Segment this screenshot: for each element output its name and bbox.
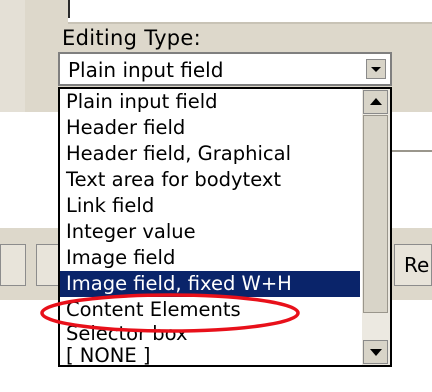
dropdown-scrollbar[interactable] xyxy=(362,89,390,365)
editing-type-dropdown-list[interactable]: Plain input field Header field Header fi… xyxy=(58,87,392,367)
previous-field-border xyxy=(68,0,70,18)
option-link-field[interactable]: Link field xyxy=(60,193,360,219)
option-header-field-graphical[interactable]: Header field, Graphical xyxy=(60,141,360,167)
editing-type-select[interactable]: Plain input field xyxy=(58,52,392,86)
option-header-field[interactable]: Header field xyxy=(60,115,360,141)
background-field xyxy=(390,120,432,152)
option-image-field-fixed[interactable]: Image field, fixed W+H xyxy=(60,271,360,297)
option-none[interactable]: [ NONE ] xyxy=(60,345,360,366)
previous-field[interactable] xyxy=(68,0,432,24)
option-plain-input-field[interactable]: Plain input field xyxy=(60,89,360,115)
option-image-field[interactable]: Image field xyxy=(60,245,360,271)
toolbar-button-right[interactable]: Re xyxy=(394,244,432,286)
option-selector-box[interactable]: Selector box xyxy=(60,323,360,345)
option-text-area-bodytext[interactable]: Text area for bodytext xyxy=(60,167,360,193)
dropdown-arrow-icon[interactable] xyxy=(366,59,386,79)
scroll-down-icon[interactable] xyxy=(363,340,388,364)
toolbar-button-second[interactable] xyxy=(36,244,60,286)
editing-type-selected-value: Plain input field xyxy=(68,58,224,82)
dropdown-options: Plain input field Header field Header fi… xyxy=(60,89,360,366)
toolbar-button-left[interactable] xyxy=(0,244,26,286)
option-integer-value[interactable]: Integer value xyxy=(60,219,360,245)
editing-type-label: Editing Type: xyxy=(62,26,202,50)
scroll-up-icon[interactable] xyxy=(363,90,388,114)
option-content-elements[interactable]: Content Elements xyxy=(60,297,360,323)
scroll-thumb[interactable] xyxy=(363,115,388,313)
toolbar-button-right-label: Re xyxy=(404,253,430,277)
